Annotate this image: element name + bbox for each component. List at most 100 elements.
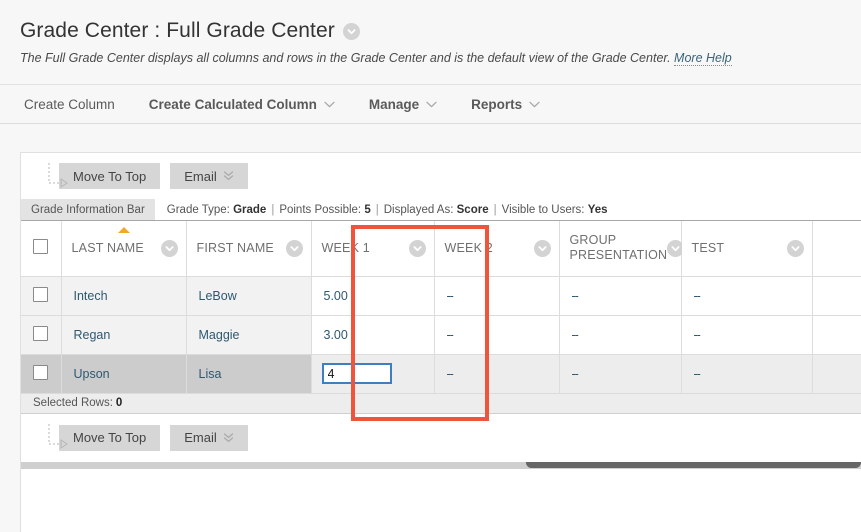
cell-spacer [812,315,861,355]
column-header-spacer [812,221,861,277]
cell-spacer [812,276,861,316]
grade-type-value: Grade [233,203,267,216]
cell-group-presentation[interactable]: -- [559,315,682,355]
manage-label: Manage [368,96,420,112]
chevron-down-circle-icon[interactable] [786,239,804,257]
chevron-down-icon [426,101,437,107]
create-calculated-column-label: Create Calculated Column [148,96,317,112]
points-possible-label: Points Possible: [279,203,362,216]
chevron-double-down-icon [223,171,233,181]
cell-last-name[interactable]: Intech [61,276,187,316]
chevron-down-circle-icon[interactable] [285,239,303,257]
cell-text: -- [571,288,579,303]
cell-test[interactable]: -- [681,354,813,394]
column-header-last-name[interactable]: LAST NAME [61,221,187,277]
create-column-button[interactable]: Create Column [24,97,115,112]
displayed-as-value: Score [456,203,489,216]
chevron-down-circle-icon[interactable] [533,239,551,257]
header-row: LAST NAME FIRST NAME WEEK 1 WEEK 2 GROUP… [21,221,861,277]
grid-top-toolbar: Move To Top Email [21,153,861,199]
cell-text: 5.00 [323,288,348,303]
select-all-checkbox[interactable] [33,239,49,255]
grade-table: LAST NAME FIRST NAME WEEK 1 WEEK 2 GROUP… [21,221,861,394]
table-row[interactable]: Upson Lisa -- -- -- [21,354,861,394]
cell-text: 3.00 [323,327,348,342]
move-to-top-label: Move To Top [73,430,147,445]
move-to-top-button-top[interactable]: Move To Top [59,163,161,189]
action-bar: Create Column Create Calculated Column M… [0,84,861,124]
cell-week-2[interactable]: -- [434,315,560,355]
table-row[interactable]: Regan Maggie 3.00 -- -- -- [21,315,861,355]
email-button-top[interactable]: Email [170,163,248,189]
grid-bottom-toolbar: Move To Top Email [21,413,861,462]
selected-rows-label: Selected Rows: [33,397,113,409]
cell-week-2[interactable]: -- [434,276,560,316]
cell-text: Intech [73,288,108,303]
cell-first-name[interactable]: Maggie [186,315,312,355]
sort-ascending-caret-icon [117,227,130,233]
cell-first-name[interactable]: Lisa [186,354,312,394]
cell-text: -- [693,327,701,342]
grade-type-label: Grade Type: [166,203,230,216]
cell-week-1[interactable]: 3.00 [311,315,435,355]
cell-test[interactable]: -- [681,276,813,316]
column-header-label: WEEK 1 [321,240,370,255]
row-checkbox[interactable] [33,364,49,380]
subtitle-text: The Full Grade Center displays all colum… [20,51,671,65]
selected-rows-bar: Selected Rows: 0 [21,393,861,414]
column-header-label: FIRST NAME [196,240,274,255]
title-row: Grade Center : Full Grade Center [20,18,861,44]
column-header-test[interactable]: TEST [681,221,813,277]
page-subtitle: The Full Grade Center displays all colum… [20,50,861,66]
cell-last-name[interactable]: Regan [61,315,187,355]
cell-test[interactable]: -- [681,315,813,355]
chevron-down-circle-icon[interactable] [160,239,178,257]
cell-week-2[interactable]: -- [434,354,560,394]
visible-to-users-label: Visible to Users: [501,203,585,216]
cell-text: -- [571,327,579,342]
email-label: Email [184,168,217,184]
cell-text: -- [693,288,701,303]
cell-text: Regan [73,327,111,342]
chevron-down-circle-icon[interactable] [342,22,360,40]
chevron-down-circle-icon[interactable] [408,239,426,257]
grade-input[interactable] [321,363,392,384]
grade-grid-panel: Move To Top Email Grade Information Bar … [20,152,861,532]
cell-group-presentation[interactable]: -- [559,354,682,394]
separator: | [375,203,379,216]
chevron-down-icon [324,101,335,107]
email-label: Email [184,430,217,445]
chevron-double-down-icon [223,432,233,442]
selected-rows-count: 0 [115,397,123,409]
more-help-link[interactable]: More Help [674,51,732,66]
reports-menu[interactable]: Reports [471,97,540,112]
cell-text: LeBow [198,288,237,303]
row-checkbox[interactable] [33,325,49,341]
column-header-group-presentation[interactable]: GROUP PRESENTATION [559,221,685,277]
grade-information-bar-tab[interactable]: Grade Information Bar [21,199,155,221]
column-header-week-1[interactable]: WEEK 1 [311,221,435,277]
cell-week-1[interactable]: 5.00 [311,276,435,316]
chevron-down-icon [529,101,540,107]
cell-group-presentation[interactable]: -- [559,276,682,316]
grade-information-bar-details: Grade Type: Grade | Points Possible: 5 |… [154,199,861,221]
move-to-top-button-bottom[interactable]: Move To Top [59,424,161,451]
column-header-first-name[interactable]: FIRST NAME [186,221,312,277]
grade-information-bar: Grade Information Bar Grade Type: Grade … [21,199,861,221]
page-title: Grade Center : Full Grade Center [20,19,335,42]
column-header-week-2[interactable]: WEEK 2 [434,221,560,277]
cell-text: Upson [73,366,110,381]
cell-last-name[interactable]: Upson [61,354,187,394]
cell-week-1-editing[interactable] [311,354,435,394]
select-all-header [21,221,62,277]
email-button-bottom[interactable]: Email [170,424,248,451]
row-select-cell [21,276,62,316]
create-calculated-column-menu[interactable]: Create Calculated Column [149,97,335,112]
row-checkbox[interactable] [33,286,49,302]
table-row[interactable]: Intech LeBow 5.00 -- -- -- [21,276,861,316]
cell-first-name[interactable]: LeBow [186,276,312,316]
grade-table-head: LAST NAME FIRST NAME WEEK 1 WEEK 2 GROUP… [21,221,861,277]
manage-menu[interactable]: Manage [369,97,437,112]
cell-text: -- [446,327,454,342]
cell-text: -- [693,366,701,381]
